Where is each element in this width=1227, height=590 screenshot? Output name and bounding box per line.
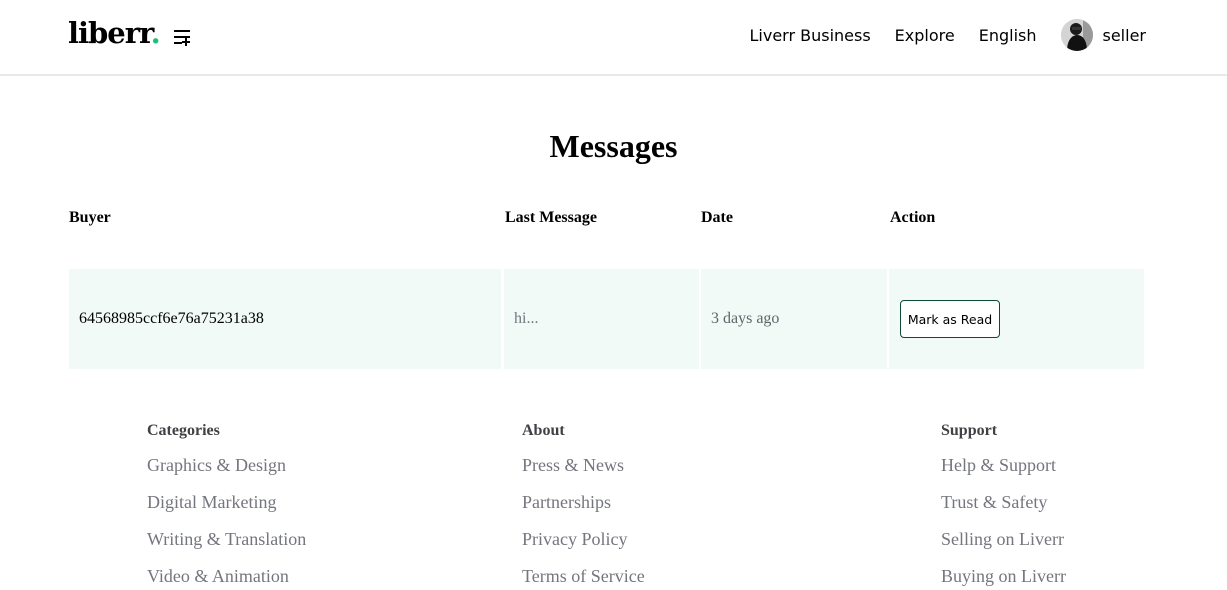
logo[interactable]: liberr. <box>68 16 161 50</box>
footer-column-support: Support Help & Support Trust & Safety Se… <box>941 422 1066 590</box>
column-header-last-message: Last Message <box>505 209 597 226</box>
page-title: Messages <box>549 128 678 164</box>
footer-link[interactable]: Buying on Liverr <box>941 558 1066 590</box>
buyer-id: 64568985ccf6e76a75231a38 <box>79 310 264 327</box>
column-header-action: Action <box>890 209 936 226</box>
footer-link[interactable]: Digital Marketing <box>147 484 306 521</box>
footer-heading: Categories <box>147 422 220 439</box>
user-name: seller <box>1102 25 1147 45</box>
footer-column-about: About Press & News Partnerships Privacy … <box>522 422 645 590</box>
navbar: liberr. Liverr Business Explore English <box>0 0 1227 76</box>
last-message-cell: hi... <box>504 269 699 369</box>
footer-column-categories: Categories Graphics & Design Digital Mar… <box>147 422 306 590</box>
footer-link[interactable]: Help & Support <box>941 447 1066 484</box>
footer-link[interactable]: Writing & Translation <box>147 521 306 558</box>
mark-as-read-button[interactable]: Mark as Read <box>900 300 1000 338</box>
logo-text: liberr <box>68 16 152 50</box>
nav-link-language[interactable]: English <box>979 26 1037 45</box>
footer-link[interactable]: Terms of Service <box>522 558 645 590</box>
footer-link[interactable]: Video & Animation <box>147 558 306 590</box>
date-cell: 3 days ago <box>701 269 887 369</box>
footer-heading: Support <box>941 422 998 439</box>
buyer-cell: 64568985ccf6e76a75231a38 <box>69 269 501 369</box>
column-header-buyer: Buyer <box>69 209 111 226</box>
footer-link[interactable]: Trust & Safety <box>941 484 1066 521</box>
date-text: 3 days ago <box>711 310 780 327</box>
footer-link[interactable]: Partnerships <box>522 484 645 521</box>
user-menu[interactable]: seller <box>1060 19 1147 51</box>
nav-link-explore[interactable]: Explore <box>895 26 955 45</box>
footer-link[interactable]: Press & News <box>522 447 645 484</box>
menu-icon[interactable] <box>172 27 192 47</box>
nav-link-business[interactable]: Liverr Business <box>749 26 870 45</box>
avatar <box>1060 19 1093 51</box>
footer-link[interactable]: Selling on Liverr <box>941 521 1066 558</box>
footer-link[interactable]: Graphics & Design <box>147 447 306 484</box>
table-row: 64568985ccf6e76a75231a38 hi... 3 days ag… <box>69 269 1144 369</box>
action-cell: Mark as Read <box>889 269 1144 369</box>
nav-links: Liverr Business Explore English seller <box>749 19 1146 51</box>
last-message-text: hi... <box>514 310 539 327</box>
footer-link[interactable]: Privacy Policy <box>522 521 645 558</box>
logo-dot: . <box>150 16 161 50</box>
footer-heading: About <box>522 422 565 439</box>
column-header-date: Date <box>701 209 733 226</box>
